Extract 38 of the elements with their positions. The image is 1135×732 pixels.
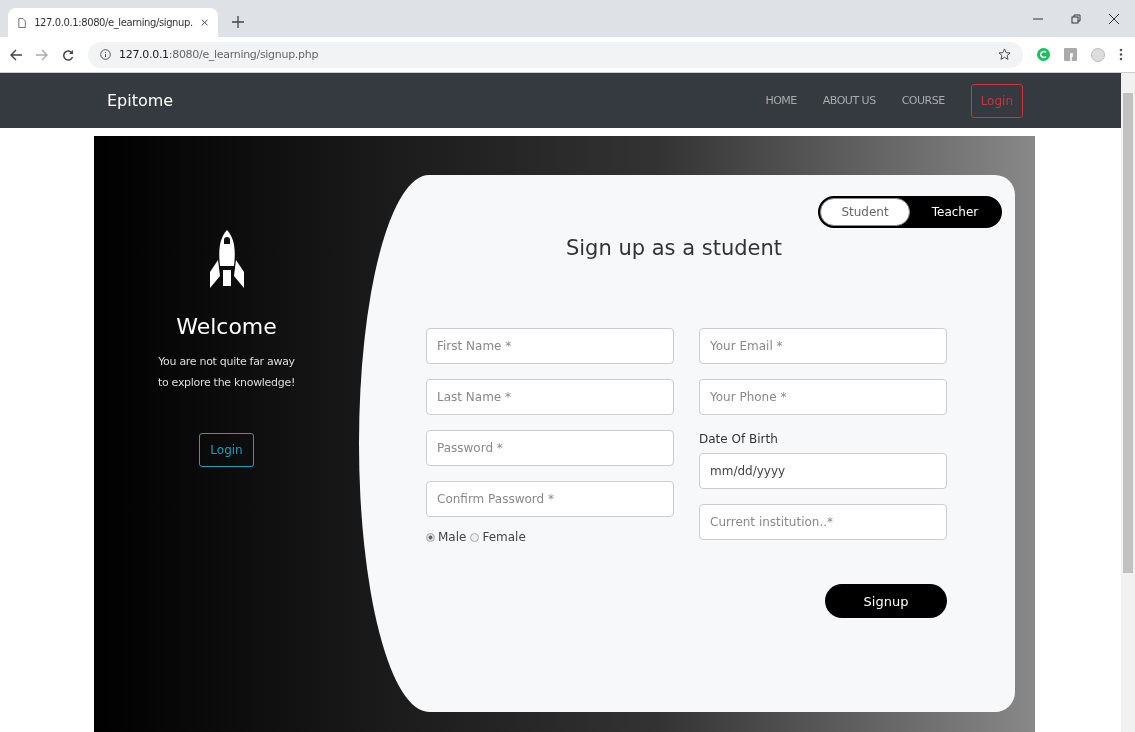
scrollbar[interactable] — [1121, 73, 1135, 732]
close-icon[interactable] — [1109, 13, 1119, 24]
back-icon[interactable] — [10, 48, 22, 61]
input-field[interactable]: Current institution..* — [699, 504, 947, 540]
welcome-title: Welcome — [176, 314, 277, 339]
form-title: Sign up as a student — [564, 236, 784, 260]
nav-link[interactable]: HOME — [765, 94, 797, 107]
welcome-text: You are not quite far away to explore the knowledge! — [157, 354, 296, 391]
input-field[interactable]: First Name * — [426, 328, 674, 364]
nav-link[interactable]: ABOUT US — [822, 94, 876, 107]
info-icon — [100, 49, 111, 60]
address-field[interactable]: 127.0.0.1:8080/e_learning/signup.php — [88, 41, 1023, 68]
date-field[interactable]: mm/dd/yyyy — [699, 453, 947, 489]
input-field[interactable]: Your Email * — [699, 328, 947, 364]
radio-button[interactable] — [470, 532, 480, 542]
restore-icon[interactable] — [1071, 13, 1081, 24]
login-button[interactable]: Login — [199, 433, 254, 467]
close-icon[interactable] — [200, 18, 208, 27]
page-icon — [18, 16, 27, 29]
star-icon[interactable] — [998, 48, 1011, 61]
input-field[interactable]: Last Name * — [426, 379, 674, 415]
nav-link[interactable]: COURSE — [901, 94, 945, 107]
reload-icon[interactable] — [62, 48, 74, 61]
brand-logo[interactable]: Epitome — [107, 91, 174, 110]
new-tab-icon[interactable] — [232, 16, 244, 28]
input-field[interactable]: Confirm Password * — [426, 481, 674, 517]
input-field[interactable]: Your Phone * — [699, 379, 947, 415]
field-label: Date Of Birth — [699, 432, 779, 446]
role-tab[interactable]: Student — [820, 198, 910, 226]
browser-tab[interactable]: 127.0.0.1:8080/e_learning/signup. — [8, 8, 218, 37]
input-field[interactable]: Password * — [426, 430, 674, 466]
signup-button[interactable]: Signup — [825, 584, 947, 618]
radio-button[interactable] — [426, 532, 435, 542]
radio-label: Male — [438, 530, 467, 544]
tab-title: 127.0.0.1:8080/e_learning/signup. — [34, 17, 193, 28]
menu-icon[interactable] — [1119, 48, 1123, 61]
rocket-icon — [207, 230, 246, 288]
radio-label: Female — [482, 530, 526, 544]
